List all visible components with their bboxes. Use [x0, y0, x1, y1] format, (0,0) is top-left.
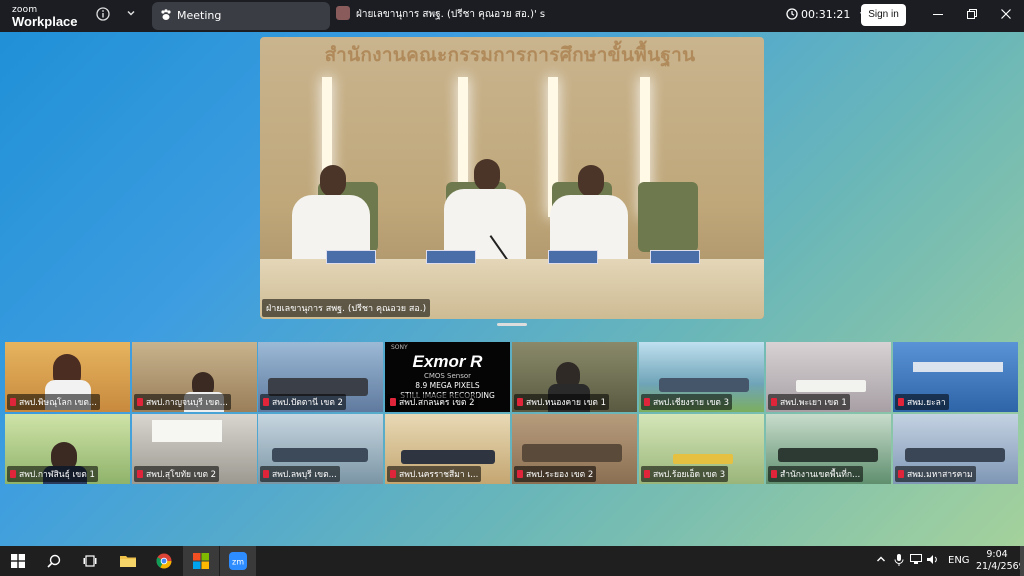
share-tab-label: ฝ่ายเลขานุการ สพฐ. (ปรีชา คุณอวย สอ.)' s: [356, 9, 546, 20]
task-view-icon[interactable]: [72, 546, 108, 576]
tab-meeting-label: Meeting: [177, 9, 222, 22]
logo-large-text: Workplace: [12, 14, 78, 29]
mic-muted-icon: [644, 398, 650, 406]
mic-muted-icon: [644, 470, 650, 478]
tile-label: สพป.พะเยา เขต 1: [768, 394, 850, 410]
gallery-tile[interactable]: สพป.ลพบุรี เขต...: [258, 414, 383, 484]
gallery-tile[interactable]: สพม.ยะลา: [893, 342, 1018, 412]
mic-muted-icon: [898, 398, 904, 406]
mic-muted-icon: [137, 398, 143, 406]
tile-label: สพป.สกลนคร เขต 2: [387, 394, 478, 410]
tile-label: สพป.ลพบุรี เขต...: [260, 466, 340, 482]
zoom-app-icon[interactable]: zm: [220, 546, 256, 576]
gallery-tile[interactable]: สพป.กาฬสินธุ์ เขต 1: [5, 414, 130, 484]
windows-start-icon[interactable]: [0, 546, 36, 576]
tile-label: สำนักงานเขตพื้นที่ก...: [768, 466, 864, 482]
mic-muted-icon: [517, 398, 523, 406]
share-avatar: [336, 6, 350, 20]
gallery-tile[interactable]: สำนักงานเขตพื้นที่ก...: [766, 414, 891, 484]
gallery-tile[interactable]: สพป.สุโขทัย เขต 2: [132, 414, 257, 484]
title-bar: zoom Workplace Meeting ฝ่ายเลขานุการ สพฐ…: [0, 0, 1024, 32]
tile-label: สพป.กาญจนบุรี เขต...: [134, 394, 231, 410]
resize-handle[interactable]: [497, 323, 527, 326]
info-icon[interactable]: [94, 7, 112, 25]
mic-muted-icon: [263, 398, 269, 406]
tile-label: สพป.นครราชสีมา เ...: [387, 466, 482, 482]
microphone-icon[interactable]: [894, 554, 904, 569]
gallery-tile[interactable]: สพป.พะเยา เขต 1: [766, 342, 891, 412]
meeting-timer[interactable]: 00:31:21: [786, 8, 867, 21]
tile-label: สพป.เชียงราย เขต 3: [641, 394, 733, 410]
tile-label: สพม.มหาสารคาม: [895, 466, 976, 482]
chrome-icon[interactable]: [146, 546, 182, 576]
wall-sign: สำนักงานคณะกรรมการการศึกษาขั้นพื้นฐาน: [324, 44, 696, 66]
mic-muted-icon: [390, 470, 396, 478]
mic-muted-icon: [263, 470, 269, 478]
gallery-tile[interactable]: สพม.มหาสารคาม: [893, 414, 1018, 484]
mic-muted-icon: [390, 398, 396, 406]
search-icon[interactable]: [36, 546, 72, 576]
paw-icon: [158, 8, 174, 24]
clock-icon: [786, 8, 798, 20]
main-video[interactable]: สำนักงานคณะกรรมการการศึกษาขั้นพื้นฐาน ฝ่…: [260, 37, 764, 319]
clock-time: 9:04: [986, 549, 1008, 560]
tile-label: สพป.ร้อยเอ็ด เขต 3: [641, 466, 729, 482]
gallery-tile[interactable]: สพป.หนองคาย เขต 1: [512, 342, 637, 412]
language-indicator[interactable]: ENG: [948, 555, 970, 566]
svg-text:zm: zm: [232, 558, 244, 567]
store-icon[interactable]: [183, 546, 219, 576]
tile-label: สพป.หนองคาย เขต 1: [514, 394, 610, 410]
zoom-logo: zoom Workplace: [12, 5, 78, 29]
exmor-brand: SONY: [391, 344, 408, 351]
mic-muted-icon: [10, 470, 16, 478]
exmor-subtitle: CMOS Sensor: [423, 372, 472, 380]
timer-text: 00:31:21: [801, 8, 851, 21]
tile-label: สพป.สุโขทัย เขต 2: [134, 466, 220, 482]
exmor-title: Exmor R: [412, 352, 483, 371]
system-clock[interactable]: 9:04 21/4/2569: [976, 549, 1024, 573]
gallery-tile[interactable]: สพป.เชียงราย เขต 3: [639, 342, 764, 412]
file-explorer-icon[interactable]: [110, 546, 146, 576]
gallery-tile[interactable]: สพป.ปัตตานี เขต 2: [258, 342, 383, 412]
gallery-tile[interactable]: สพป.ร้อยเอ็ด เขต 3: [639, 414, 764, 484]
exmor-line-1: 8.9 MEGA PIXELS: [415, 381, 480, 390]
mic-muted-icon: [137, 470, 143, 478]
nameplate: [548, 250, 598, 264]
chair: [638, 182, 698, 252]
participant-name: ฝ่ายเลขานุการ สพฐ. (ปรีชา คุณอวย สอ.): [262, 299, 431, 317]
nameplate: [650, 250, 700, 264]
tile-label: สพป.ระยอง เขต 2: [514, 466, 597, 482]
close-icon[interactable]: [996, 6, 1016, 26]
nameplate: [426, 250, 476, 264]
sign-in-button[interactable]: Sign in: [861, 4, 906, 26]
network-icon[interactable]: [910, 554, 922, 568]
tile-label: สพป.พิษณุโลก เขต...: [7, 394, 100, 410]
gallery-tile[interactable]: SONY Exmor R CMOS Sensor 8.9 MEGA PIXELS…: [385, 342, 510, 412]
gallery-tile[interactable]: สพป.ระยอง เขต 2: [512, 414, 637, 484]
volume-icon[interactable]: [927, 554, 939, 568]
gallery-tile[interactable]: สพป.กาญจนบุรี เขต...: [132, 342, 257, 412]
taskbar: zm ENG 9:04 21/4/2569: [0, 546, 1024, 576]
mic-muted-icon: [771, 398, 777, 406]
show-desktop-button[interactable]: [1020, 546, 1024, 576]
mic-muted-icon: [771, 470, 777, 478]
tab-screen-share[interactable]: ฝ่ายเลขานุการ สพฐ. (ปรีชา คุณอวย สอ.)' s: [336, 6, 545, 22]
nameplate: [326, 250, 376, 264]
mic-muted-icon: [10, 398, 16, 406]
tile-label: สพป.กาฬสินธุ์ เขต 1: [7, 466, 98, 482]
tile-label: สพม.ยะลา: [895, 394, 949, 410]
gallery-tile[interactable]: สพป.พิษณุโลก เขต...: [5, 342, 130, 412]
clock-date: 21/4/2569: [976, 561, 1024, 572]
minimize-icon[interactable]: [928, 6, 948, 26]
mic-muted-icon: [517, 470, 523, 478]
show-hidden-icons[interactable]: [876, 554, 886, 567]
tab-meeting[interactable]: Meeting: [152, 2, 330, 30]
mic-muted-icon: [898, 470, 904, 478]
gallery-tile[interactable]: สพป.นครราชสีมา เ...: [385, 414, 510, 484]
tile-label: สพป.ปัตตานี เขต 2: [260, 394, 346, 410]
chevron-down-icon[interactable]: [122, 7, 140, 25]
restore-icon[interactable]: [962, 6, 982, 26]
